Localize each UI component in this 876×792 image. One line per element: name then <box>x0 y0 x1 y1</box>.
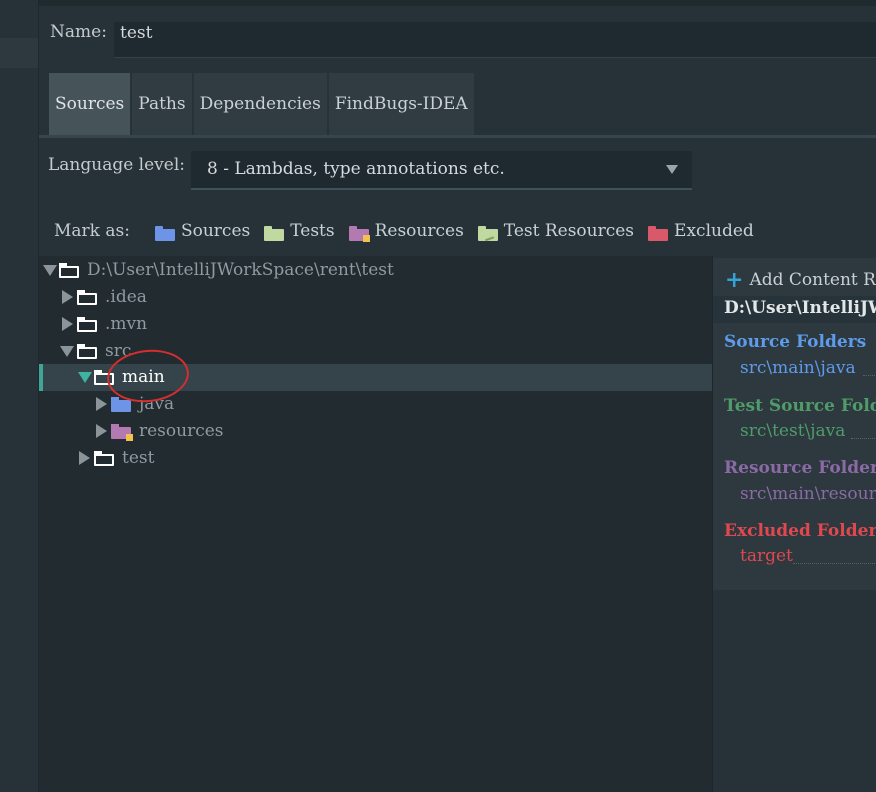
resource-folder-item[interactable]: src\main\resour <box>740 484 876 504</box>
chevron-right-icon[interactable] <box>96 397 107 411</box>
test-source-folders-heading: Test Source Folde <box>724 396 876 416</box>
folder-icon <box>94 451 114 466</box>
mark-sources-button[interactable]: Sources <box>154 221 251 241</box>
source-folder-icon <box>154 225 175 241</box>
language-level-select[interactable]: 8 - Lambdas, type annotations etc. <box>191 151 692 190</box>
mark-test-resources-label: Test Resources <box>503 221 635 241</box>
test-folder-icon <box>264 225 285 241</box>
source-folders-heading: Source Folders <box>724 332 867 352</box>
mark-tests-button[interactable]: Tests <box>264 221 335 241</box>
chevron-right-icon[interactable] <box>79 451 90 465</box>
excluded-folder-icon <box>648 225 669 241</box>
add-content-root-label: Add Content Ro <box>749 270 876 290</box>
tab-bar-underline <box>39 135 876 138</box>
folder-icon <box>77 344 97 359</box>
tree-node-root[interactable]: D:\User\IntelliJWorkSpace\rent\test <box>39 257 712 284</box>
tree-node-label: .mvn <box>105 314 148 334</box>
chevron-down-icon[interactable] <box>666 165 678 174</box>
language-level-value: 8 - Lambdas, type annotations etc. <box>207 159 505 179</box>
left-sidebar <box>0 0 39 792</box>
mark-resources-label: Resources <box>374 221 464 241</box>
folder-icon <box>77 317 97 332</box>
tree-node-label: .idea <box>105 287 147 307</box>
tree-node-idea[interactable]: .idea <box>39 284 712 311</box>
language-level-label: Language level: <box>48 155 186 175</box>
tab-bar: Sources Paths Dependencies FindBugs-IDEA <box>49 73 476 135</box>
resource-folder-icon <box>111 424 133 441</box>
dotted-leader <box>793 563 876 564</box>
excluded-folder-item[interactable]: target <box>740 546 793 566</box>
tab-dependencies[interactable]: Dependencies <box>193 73 327 135</box>
tree-node-label: D:\User\IntelliJWorkSpace\rent\test <box>87 260 394 280</box>
chevron-right-icon[interactable] <box>62 317 73 331</box>
test-source-folder-item[interactable]: src\test\java <box>740 421 845 441</box>
add-content-root-button[interactable]: + Add Content Ro <box>725 267 876 293</box>
folder-tree: D:\User\IntelliJWorkSpace\rent\test .ide… <box>39 256 712 792</box>
tab-sources[interactable]: Sources <box>49 73 131 135</box>
module-settings-panel: Name: test Sources Paths Dependencies Fi… <box>39 0 876 792</box>
source-folder-item[interactable]: src\main\java <box>740 358 856 378</box>
content-root-card: + Add Content Ro D:\User\IntelliJW Source… <box>713 258 876 590</box>
tab-paths[interactable]: Paths <box>132 73 192 135</box>
chevron-down-icon[interactable] <box>78 372 92 383</box>
mark-as-label: Mark as: <box>54 221 130 241</box>
dotted-leader <box>851 438 876 439</box>
test-resource-folder-icon <box>477 225 498 241</box>
top-border <box>39 0 876 6</box>
mark-test-resources-button[interactable]: Test Resources <box>477 221 635 241</box>
folder-icon <box>77 290 97 305</box>
chevron-right-icon[interactable] <box>62 290 73 304</box>
name-input[interactable]: test <box>114 22 876 58</box>
tree-node-label: test <box>122 448 155 468</box>
content-root-panel: + Add Content Ro D:\User\IntelliJW Source… <box>712 256 876 792</box>
resource-folder-icon <box>348 225 370 242</box>
tree-node-resources[interactable]: resources <box>39 418 712 445</box>
tree-node-label: resources <box>139 421 224 441</box>
tree-node-mvn[interactable]: .mvn <box>39 311 712 338</box>
tab-findbugs-idea[interactable]: FindBugs-IDEA <box>328 73 474 135</box>
selection-marker <box>39 364 43 391</box>
mark-excluded-label: Excluded <box>674 221 754 241</box>
mark-tests-label: Tests <box>290 221 335 241</box>
mark-resources-button[interactable]: Resources <box>348 221 464 242</box>
plus-icon: + <box>725 267 744 293</box>
excluded-folders-heading: Excluded Folders <box>724 521 876 541</box>
tree-node-test[interactable]: test <box>39 445 712 472</box>
mark-as-toolbar: Mark as: Sources Tests Resources Test Re… <box>54 218 768 244</box>
name-label: Name: <box>50 22 107 42</box>
folder-icon <box>59 263 79 278</box>
chevron-down-icon[interactable] <box>43 265 57 276</box>
chevron-down-icon[interactable] <box>60 346 74 357</box>
content-root-path: D:\User\IntelliJW <box>724 298 876 318</box>
mark-excluded-button[interactable]: Excluded <box>648 221 754 241</box>
left-sidebar-selected-item[interactable] <box>0 38 38 68</box>
resource-folders-heading: Resource Folders <box>724 458 876 478</box>
dotted-leader <box>863 375 876 376</box>
chevron-right-icon[interactable] <box>96 424 107 438</box>
mark-sources-label: Sources <box>180 221 251 241</box>
